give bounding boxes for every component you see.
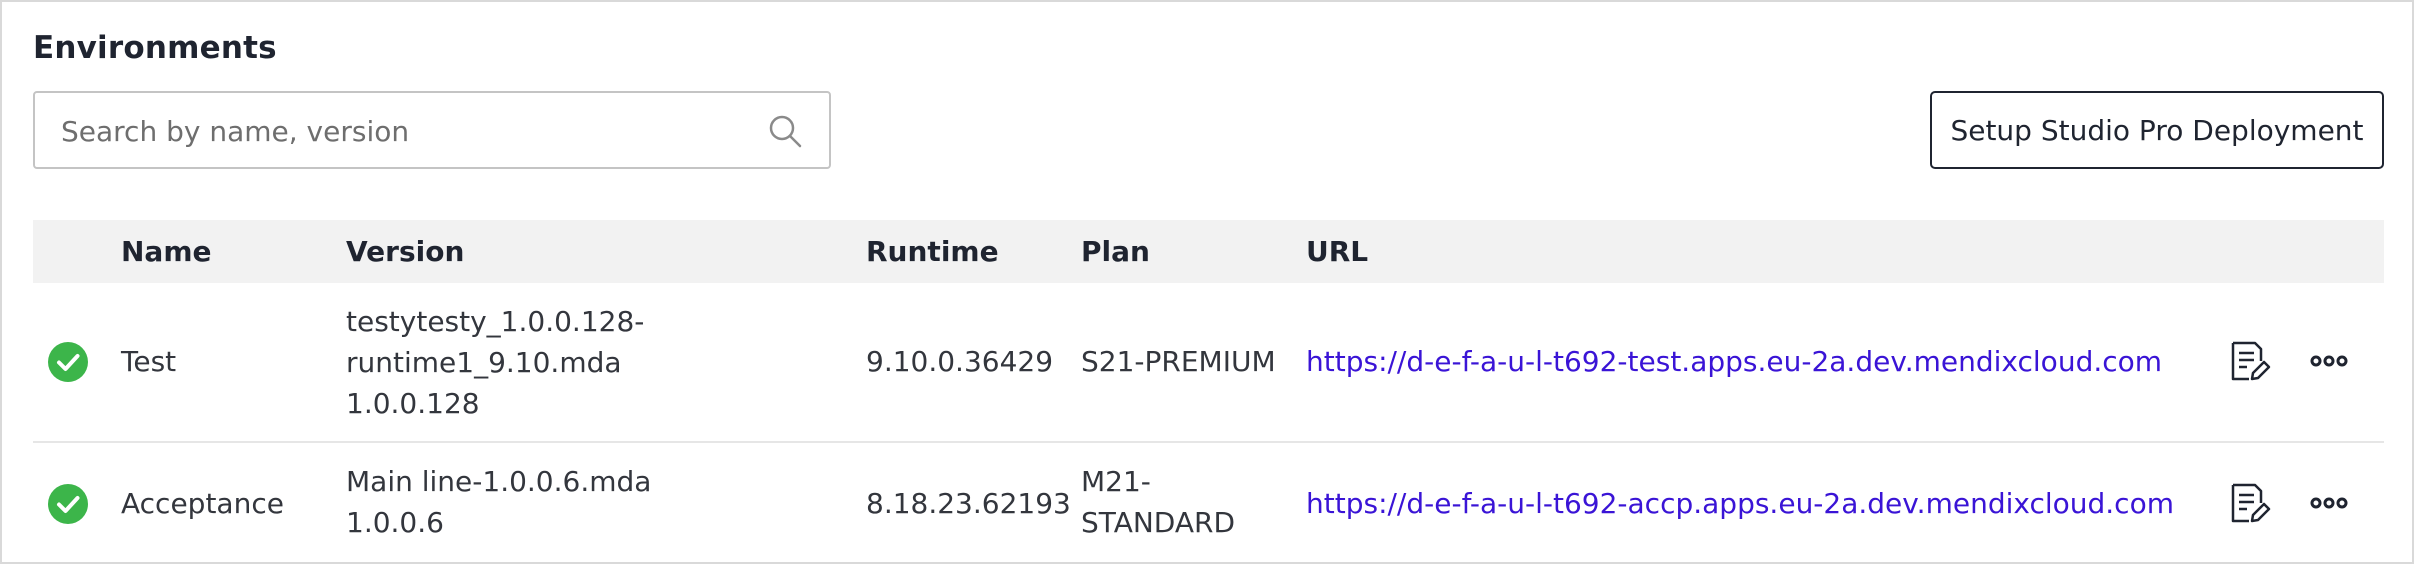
search-field[interactable] (33, 91, 831, 169)
runtime-value: 8.18.23.62193 (866, 487, 1071, 520)
plan-line: M21- (1081, 465, 1151, 498)
check-circle-icon (48, 484, 88, 524)
search-icon[interactable] (767, 113, 803, 149)
page-title: Environments (33, 30, 277, 66)
runtime-value: 9.10.0.36429 (866, 345, 1054, 378)
column-header-runtime[interactable]: Runtime (866, 220, 999, 283)
plan-line: STANDARD (1081, 506, 1236, 539)
environment-url-link[interactable]: https://d-e-f-a-u-l-t692-accp.apps.eu-2a… (1306, 483, 2174, 524)
environment-name: Test (121, 345, 177, 378)
column-header-version[interactable]: Version (346, 220, 464, 283)
version-line: 1.0.0.6 (346, 506, 444, 539)
version-cell: testytesty_1.0.0.128- runtime1_9.10.mda … (346, 301, 644, 424)
version-cell: Main line-1.0.0.6.mda 1.0.0.6 (346, 461, 651, 543)
table-header: Name Version Runtime Plan URL (33, 220, 2384, 283)
environments-panel: Environments Setup Studio Pro Deployment… (0, 0, 2414, 564)
table-row[interactable]: Test testytesty_1.0.0.128- runtime1_9.10… (33, 283, 2384, 443)
more-horizontal-icon[interactable] (2307, 481, 2351, 525)
document-edit-icon[interactable] (2227, 339, 2271, 383)
setup-studio-pro-deployment-button[interactable]: Setup Studio Pro Deployment (1930, 91, 2384, 169)
environment-url-link[interactable]: https://d-e-f-a-u-l-t692-test.apps.eu-2a… (1306, 341, 2162, 382)
version-line: runtime1_9.10.mda (346, 346, 622, 379)
search-input[interactable] (59, 93, 763, 169)
more-horizontal-icon[interactable] (2307, 339, 2351, 383)
version-line: testytesty_1.0.0.128- (346, 305, 645, 338)
column-header-url[interactable]: URL (1306, 220, 1368, 283)
document-edit-icon[interactable] (2227, 481, 2271, 525)
version-line: Main line-1.0.0.6.mda (346, 465, 652, 498)
column-header-plan[interactable]: Plan (1081, 220, 1150, 283)
check-circle-icon (48, 342, 88, 382)
plan-line: S21-PREMIUM (1081, 345, 1276, 378)
table-row[interactable]: Acceptance Main line-1.0.0.6.mda 1.0.0.6… (33, 443, 2384, 562)
plan-cell: S21-PREMIUM (1081, 341, 1276, 382)
plan-cell: M21- STANDARD (1081, 461, 1235, 543)
column-header-name[interactable]: Name (121, 220, 212, 283)
environment-name: Acceptance (121, 487, 284, 520)
version-line: 1.0.0.128 (346, 387, 480, 420)
